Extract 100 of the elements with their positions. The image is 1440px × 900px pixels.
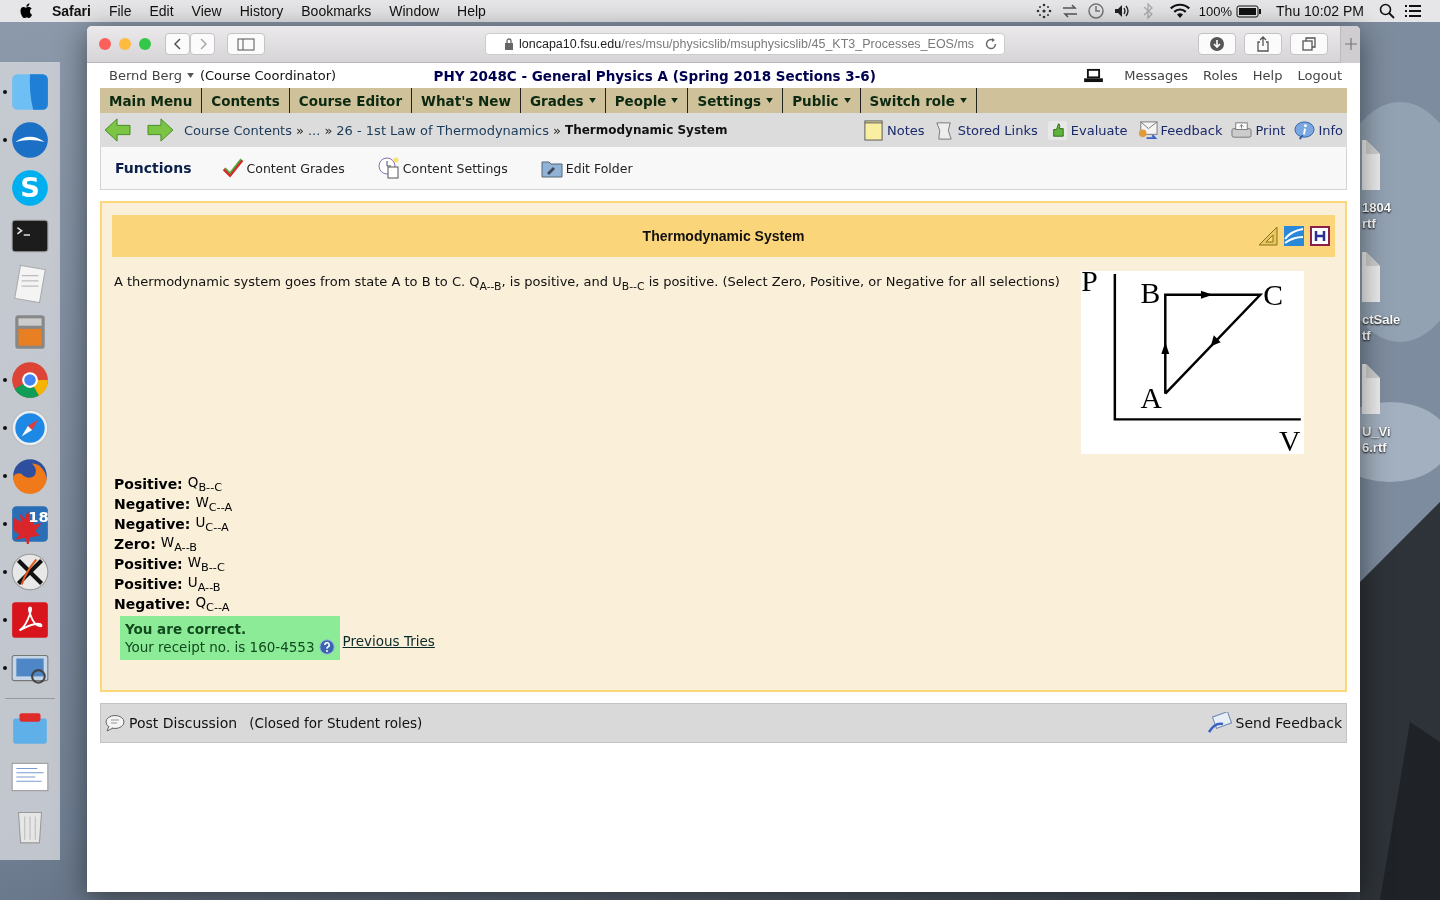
download-button[interactable] <box>1198 33 1236 55</box>
breadcrumb-link[interactable]: ... <box>307 122 321 138</box>
wifi-icon[interactable] <box>1168 2 1191 20</box>
menu-app-name[interactable]: Safari <box>52 3 91 19</box>
tabs-icon <box>1301 36 1317 52</box>
laptop-icon[interactable] <box>1083 68 1105 83</box>
header-link[interactable]: Messages <box>1124 68 1189 83</box>
header-link[interactable]: Help <box>1252 68 1283 83</box>
menu-item[interactable]: Bookmarks <box>301 3 372 19</box>
tool-link[interactable]: Print <box>1231 119 1286 141</box>
envelope-icon <box>1207 712 1232 734</box>
answer-quantity: Q$_{B--C}$ <box>187 474 223 494</box>
wave-icon[interactable] <box>1284 226 1304 246</box>
breadcrumb-separator: » <box>324 122 333 138</box>
send-feedback-link[interactable]: Send Feedback <box>1207 712 1342 734</box>
close-button[interactable] <box>99 38 111 50</box>
file-name: ctSale <box>1362 312 1401 328</box>
previous-tries-link[interactable]: Previous Tries <box>342 633 435 649</box>
function-link[interactable]: Content Grades <box>221 157 345 179</box>
caret-icon[interactable] <box>186 73 194 78</box>
course-title: PHY 2048C - General Physics A (Spring 2018 Sections 3-6) <box>432 67 877 84</box>
answer-verdict: Positive: <box>114 556 183 572</box>
help-icon[interactable] <box>318 639 335 655</box>
ruler-triangle-icon[interactable] <box>1258 226 1278 246</box>
user-name[interactable]: Bernd Berg <box>109 68 182 83</box>
share-button[interactable] <box>1244 33 1282 55</box>
breadcrumb-link[interactable]: Course Contents <box>184 122 292 138</box>
grid-box-icon[interactable] <box>1310 226 1330 246</box>
tabs-button[interactable] <box>1290 33 1328 55</box>
chevron-right-icon <box>197 37 208 51</box>
post-discussion-link[interactable]: Post Discussion <box>105 714 238 732</box>
breadcrumb-separator: » <box>296 122 304 138</box>
function-link[interactable]: Edit Folder <box>540 157 633 179</box>
file-name: rtf <box>1362 216 1376 232</box>
split-square-icon[interactable] <box>9 71 51 113</box>
apple-icon[interactable] <box>20 3 34 19</box>
chrome-icon[interactable] <box>9 359 51 401</box>
chevron-left-icon <box>172 37 183 51</box>
breadcrumb-link[interactable]: 26 - 1st Law of Thermodynamics <box>336 122 549 138</box>
user-role: (Course Coordinator) <box>199 68 337 83</box>
menu-item[interactable]: View <box>191 3 222 19</box>
sidebar-button[interactable] <box>227 33 265 55</box>
tool-link[interactable]: Info <box>1294 119 1343 141</box>
checkmark-icon <box>221 157 244 179</box>
tool-link[interactable]: Feedback <box>1136 119 1223 141</box>
receipt-text: Your receipt no. is 160-4553 <box>125 638 315 656</box>
function-link[interactable]: Content Settings <box>377 157 508 179</box>
header-link[interactable]: Logout <box>1297 68 1342 83</box>
tool-link[interactable]: Notes <box>863 119 925 141</box>
printer-icon <box>1231 119 1253 141</box>
answer-verdict: Negative: <box>114 516 191 532</box>
file-icon[interactable] <box>1362 364 1380 414</box>
arrow-right-icon[interactable] <box>146 118 174 142</box>
answer-quantity: W$_{B--C}$ <box>187 554 225 574</box>
download-icon <box>1209 36 1225 52</box>
menu-item[interactable]: History <box>239 3 284 19</box>
menu-item[interactable]: Edit <box>149 3 174 19</box>
arrow-left-icon[interactable] <box>104 118 132 142</box>
dots-icon[interactable] <box>1034 2 1053 20</box>
scroll-icon <box>933 119 955 141</box>
compass-icon[interactable] <box>9 407 51 449</box>
axis-label: V <box>1279 425 1301 454</box>
battery-percent: 100% <box>1198 3 1233 19</box>
menu-clock[interactable]: Thu 10:02 PM <box>1276 3 1364 19</box>
reload-icon[interactable] <box>984 37 998 51</box>
sidebar-icon <box>237 37 255 51</box>
file-name: 1804 <box>1362 200 1391 216</box>
battery-icon[interactable] <box>1236 4 1263 18</box>
list-icon[interactable] <box>1404 2 1422 20</box>
menu-item[interactable]: File <box>108 3 132 19</box>
header-link[interactable]: Roles <box>1203 68 1238 83</box>
bird-icon[interactable] <box>9 119 51 161</box>
answer-verdict: Negative: <box>114 496 191 512</box>
file-name: U_Vi <box>1362 424 1391 440</box>
menu-item[interactable]: Help <box>457 3 486 19</box>
point-label: B <box>1140 276 1161 309</box>
share-icon <box>1255 36 1271 52</box>
answer-quantity: Q$_{C--A}$ <box>195 594 230 614</box>
file-icon[interactable] <box>1362 140 1380 190</box>
back-button[interactable] <box>165 33 190 55</box>
axis-label: P <box>1081 271 1098 297</box>
point-label: A <box>1140 381 1162 414</box>
menu-item[interactable]: Window <box>389 3 440 19</box>
functions-title: Functions <box>115 160 192 176</box>
tool-link[interactable]: Evaluate <box>1046 119 1128 141</box>
info-icon <box>1294 119 1316 141</box>
question-text: A thermodynamic system goes from state A to B to C. Q$_{A--B}$, is positive, and U$_{B--C}$ is positive. (Select Zero, Positive, or Negative for all selections) <box>114 273 1061 295</box>
cross-circle-icon[interactable] <box>9 551 51 593</box>
acrobat-icon[interactable] <box>9 599 51 641</box>
address-field[interactable]: loncapa10.fsu.edu/res/msu/physicslib/msuphysicslib/45_KT3_Processes_EOS/ms <box>485 33 1005 55</box>
transfer-icon[interactable] <box>1060 2 1079 20</box>
clock-icon[interactable] <box>1086 2 1105 20</box>
plus-icon <box>1344 38 1357 50</box>
leaf-calendar-icon[interactable]: 18 <box>9 503 51 545</box>
breadcrumb-link[interactable]: Thermodynamic System <box>565 123 728 137</box>
answer-verdict: Positive: <box>114 476 183 492</box>
envelope-icon <box>1136 119 1158 141</box>
search-icon[interactable] <box>1378 2 1396 20</box>
tool-link[interactable]: Stored Links <box>933 119 1038 141</box>
file-icon[interactable] <box>1362 252 1380 302</box>
